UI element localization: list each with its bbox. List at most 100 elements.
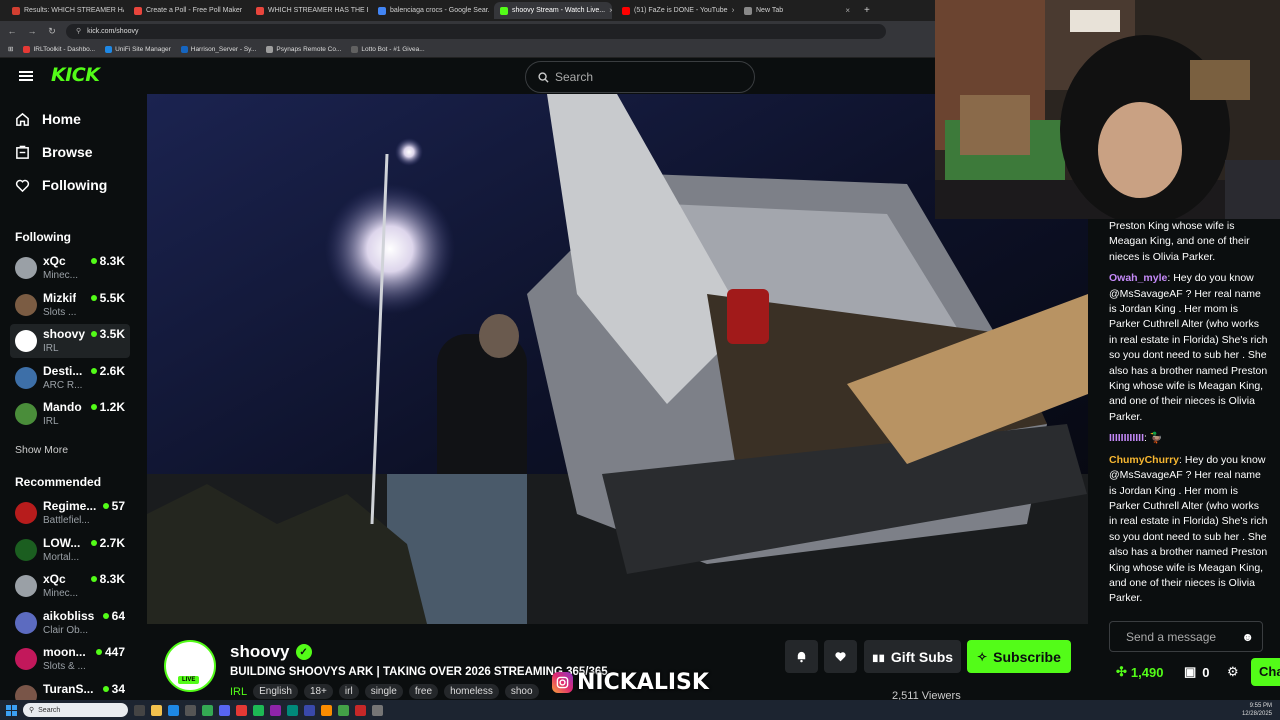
app-icon[interactable] (304, 704, 315, 716)
browser-tab[interactable]: Results: WHICH STREAMER HA...× (6, 2, 124, 19)
obs-icon[interactable] (372, 704, 383, 716)
forward-icon[interactable]: → (26, 26, 38, 36)
channel-meta: Mizkif 5.5K Slots ... (43, 291, 125, 318)
sidebar-channel-recommended[interactable]: Regime... 57 Battlefiel... (10, 496, 130, 530)
star-icon: ✧ (977, 649, 988, 664)
gift-subs-button[interactable]: Gift Subs (864, 640, 961, 673)
notify-button[interactable] (785, 640, 818, 673)
channel-viewers: 8.3K (90, 572, 125, 586)
edge-icon[interactable] (168, 704, 179, 716)
live-dot-icon (90, 404, 97, 410)
stream-tag[interactable]: single (364, 684, 403, 699)
chrome-icon[interactable] (202, 704, 213, 716)
bookmark-item[interactable]: IRLToolkit - Dashbo... (23, 45, 95, 53)
sidebar-channel-following[interactable]: Mizkif 5.5K Slots ... (10, 288, 130, 322)
follow-button[interactable] (824, 640, 857, 673)
live-dot-icon (95, 649, 102, 655)
browser-tab[interactable]: shoovy Stream - Watch Live... × (494, 2, 612, 19)
sidebar-channel-recommended[interactable]: xQc 8.3K Minec... (10, 569, 130, 603)
app-icon[interactable] (270, 704, 281, 716)
watermark-text: NICKALISK (577, 670, 709, 695)
menu-icon[interactable] (19, 71, 33, 81)
sidebar-channel-following[interactable]: Desti... 2.6K ARC R... (10, 361, 130, 395)
search-icon (538, 71, 549, 83)
sidebar-nav-browse[interactable]: Browse (15, 144, 93, 160)
apps-grid-icon[interactable]: ⊞ (8, 45, 13, 53)
browser-tab[interactable]: balenciaga crocs - Google Sear...× (372, 2, 490, 19)
store-icon[interactable] (185, 704, 196, 716)
browser-tab[interactable]: (51) FaZe is DONE - YouTube × (616, 2, 734, 19)
app-icon[interactable] (236, 704, 247, 716)
stream-tag[interactable]: shoo (504, 684, 539, 699)
browser-tab[interactable]: New Tab × (738, 2, 856, 19)
windows-start-icon[interactable] (6, 704, 17, 716)
subscribe-button[interactable]: ✧ Subscribe (967, 640, 1071, 673)
show-more-link[interactable]: Show More (15, 444, 68, 456)
chat-username[interactable]: IIIIIIIIIIII (1109, 432, 1144, 444)
chat-message: ChumyChurry: Hey do you know @MsSavageAF… (1109, 453, 1270, 607)
system-clock[interactable]: 9:55 PM 12/28/2025 (1242, 702, 1272, 718)
spotify-icon[interactable] (253, 704, 264, 716)
channel-viewers: 2.6K (90, 364, 125, 378)
site-info-icon[interactable]: ⚲ (76, 27, 81, 35)
taskbar-search[interactable]: ⚲ Search (23, 703, 128, 717)
browser-tab[interactable]: Create a Poll - Free Poll Maker× (128, 2, 246, 19)
sidebar-nav-following[interactable]: Following (15, 177, 107, 193)
chat-message-input[interactable]: Send a message ☻ (1109, 621, 1263, 652)
search-input[interactable]: Search (525, 61, 755, 93)
new-tab-icon[interactable]: + (864, 5, 870, 16)
channel-avatar (15, 293, 37, 316)
browser-tab[interactable]: WHICH STREAMER HAS THE B...× (250, 2, 368, 19)
app-icon[interactable] (338, 704, 349, 716)
chat-username[interactable]: Owah_myle (1109, 272, 1167, 284)
sidebar-channel-following[interactable]: Mando 1.2K IRL (10, 397, 130, 431)
file-explorer-icon[interactable] (151, 704, 162, 716)
stream-tag[interactable]: homeless (444, 684, 499, 699)
emoji-icon[interactable]: ☻ (1241, 630, 1254, 644)
app-icon[interactable] (287, 704, 298, 716)
back-icon[interactable]: ← (6, 26, 18, 36)
sidebar-nav-home[interactable]: Home (15, 111, 81, 127)
bookmark-item[interactable]: Psynaps Remote Co... (266, 45, 341, 53)
channel-name-row: LOW... 2.7K (43, 536, 125, 550)
channel-name-row: moon... 447 (43, 645, 125, 659)
app-icon[interactable] (321, 704, 332, 716)
app-icon[interactable] (355, 704, 366, 716)
url-field[interactable]: ⚲ kick.com/shoovy (66, 23, 886, 39)
sidebar-channel-following[interactable]: shoovy 3.5K IRL (10, 324, 130, 358)
sidebar-channel-recommended[interactable]: moon... 447 Slots & ... (10, 642, 130, 676)
sidebar-channel-following[interactable]: xQc 8.3K Minec... (10, 251, 130, 285)
sidebar-channel-recommended[interactable]: LOW... 2.7K Mortal... (10, 533, 130, 567)
channel-avatar (15, 330, 37, 352)
stream-tag[interactable]: English (253, 684, 298, 699)
kicks-balance[interactable]: ✣ 1,490 (1116, 664, 1163, 680)
gift-balance[interactable]: ▣ 0 (1184, 664, 1210, 680)
channel-avatar (15, 538, 37, 561)
bookmark-item[interactable]: Harrison_Server - Sy... (180, 45, 257, 53)
chat-settings-icon[interactable]: ⚙ (1227, 664, 1239, 680)
bookmark-item[interactable]: Lotto Bot - #1 Givea... (351, 45, 425, 53)
task-view-icon[interactable] (134, 704, 145, 716)
bookmark-label: Harrison_Server - Sy... (190, 45, 257, 53)
close-icon[interactable]: × (845, 6, 850, 15)
tab-title: (51) FaZe is DONE - YouTube (634, 7, 728, 14)
stream-tag[interactable]: irl (338, 684, 359, 699)
stream-tag[interactable]: 18+ (303, 684, 333, 699)
stream-tag[interactable]: free (408, 684, 439, 699)
chat-username[interactable]: ChumyChurry (1109, 454, 1179, 466)
streamer-name[interactable]: shoovy (230, 642, 290, 662)
following-section-title: Following (15, 230, 71, 244)
chat-send-button[interactable]: Cha (1251, 658, 1280, 686)
close-icon[interactable]: × (732, 6, 734, 15)
home-icon (16, 112, 29, 126)
stream-category[interactable]: IRL (230, 686, 247, 698)
tab-favicon-icon (134, 6, 142, 15)
discord-icon[interactable] (219, 704, 230, 716)
bookmark-item[interactable]: UniFi Site Manager (105, 45, 171, 53)
channel-viewer-count: 447 (104, 645, 125, 659)
streamer-avatar[interactable] (164, 640, 216, 692)
close-icon[interactable]: × (609, 6, 612, 15)
sidebar-channel-recommended[interactable]: aikobliss 64 Clair Ob... (10, 606, 130, 640)
kick-logo[interactable]: KICK (51, 64, 100, 86)
reload-icon[interactable]: ↻ (46, 26, 58, 37)
